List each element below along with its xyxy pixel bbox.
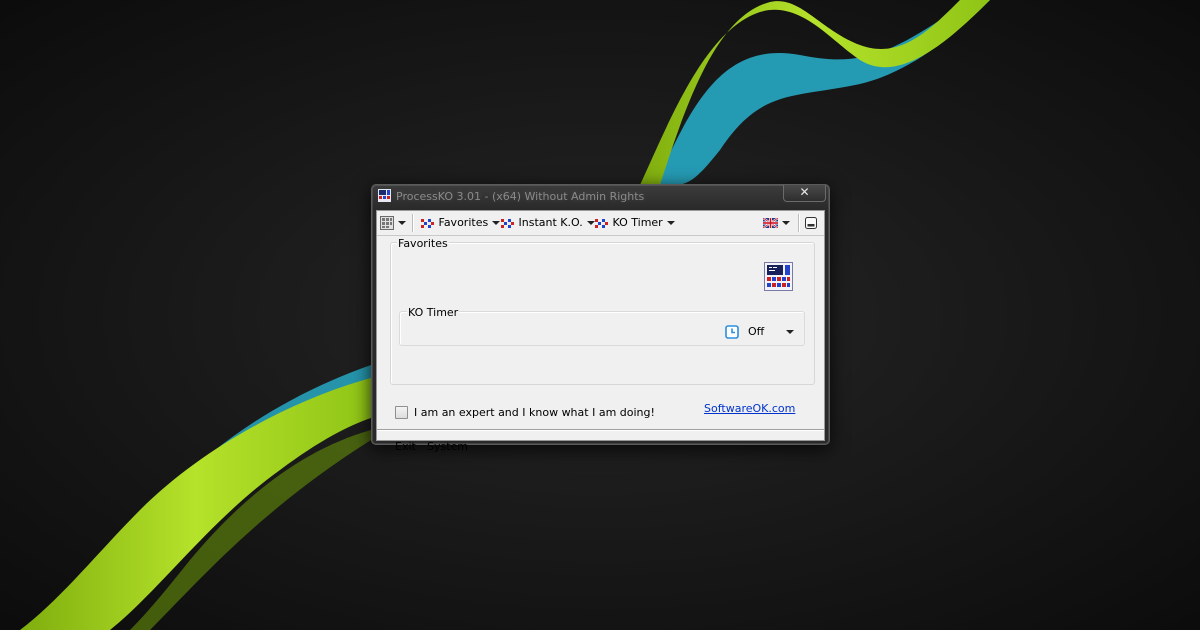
close-button[interactable]: ✕ <box>783 185 826 202</box>
processko-mini-icon <box>501 219 514 228</box>
app-grid-icon <box>380 216 394 230</box>
toolbar: Favorites Instant K.O. KO Timer <box>377 211 824 236</box>
language-menu-button[interactable] <box>763 216 790 230</box>
expert-checkbox[interactable] <box>395 406 408 419</box>
uk-flag-icon <box>763 218 778 228</box>
chevron-down-icon <box>492 221 501 225</box>
title-bar[interactable]: ProcessKO 3.01 - (x64) Without Admin Rig… <box>372 185 829 209</box>
processko-mini-icon <box>595 219 608 228</box>
minimize-to-tray-button[interactable] <box>805 216 817 230</box>
window-title: ProcessKO 3.01 - (x64) Without Admin Rig… <box>396 190 645 203</box>
ko-timer-group: KO Timer Off <box>399 306 805 346</box>
ko-timer-group-label: KO Timer <box>407 306 460 319</box>
instant-ko-menu-button[interactable]: Instant K.O. <box>501 216 595 230</box>
ko-timer-menu-button[interactable]: KO Timer <box>595 216 675 230</box>
chevron-down-icon <box>666 221 675 225</box>
system-menu-button[interactable]: System <box>427 440 468 453</box>
main-menu-button[interactable] <box>380 216 406 230</box>
softwareok-link[interactable]: SoftwareOK.com <box>704 402 795 415</box>
expert-checkbox-label[interactable]: I am an expert and I know what I am doin… <box>414 406 655 419</box>
ko-timer-select[interactable]: Off <box>748 325 800 339</box>
ko-timer-value: Off <box>748 325 765 338</box>
tray-window-icon <box>805 217 817 229</box>
processko-mini-icon <box>421 219 434 228</box>
toolbar-separator <box>412 214 414 232</box>
instant-ko-menu-label: Instant K.O. <box>518 216 583 229</box>
toolbar-separator <box>798 214 800 232</box>
bottom-divider <box>377 429 824 431</box>
favorites-menu-button[interactable]: Favorites <box>421 216 501 230</box>
clock-icon <box>725 325 739 339</box>
chevron-down-icon <box>782 221 790 225</box>
chevron-down-icon <box>586 221 595 225</box>
processko-window: ProcessKO 3.01 - (x64) Without Admin Rig… <box>371 184 830 453</box>
processko-app-icon[interactable] <box>764 262 793 291</box>
exit-menu-button[interactable]: Exit <box>395 440 416 453</box>
favorites-group-label: Favorites <box>397 237 449 250</box>
app-icon[interactable] <box>378 189 391 202</box>
favorites-menu-label: Favorites <box>438 216 489 229</box>
ko-timer-menu-label: KO Timer <box>612 216 663 229</box>
dialog-client-area: Favorites Instant K.O. KO Timer Favorite… <box>376 210 825 453</box>
chevron-down-icon <box>398 221 406 225</box>
chevron-down-icon <box>786 330 794 334</box>
